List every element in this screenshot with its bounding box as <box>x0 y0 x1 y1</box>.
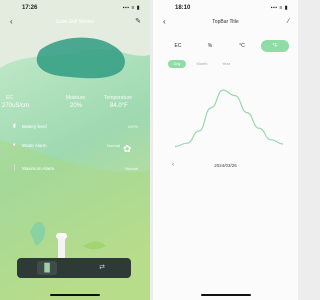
sensor-detail-screen: 17:26 ▪▪▪ ≡ ▮ ‹ Solar Soil Sensor ✎ EC 2… <box>0 0 150 300</box>
home-indicator <box>200 294 251 296</box>
moisture-value: 20% <box>70 103 83 109</box>
battery-row: ▮ Battery level 100% <box>13 123 138 132</box>
ec-label: EC <box>6 95 13 101</box>
battery-label: Battery level <box>22 124 47 129</box>
moisture-label: Moisture <box>66 95 86 101</box>
temperature-label: Temperature <box>104 95 133 101</box>
water-alarm-row[interactable]: ♦ Water Alarm Normal <box>13 142 138 151</box>
chart-tab-icon[interactable]: ▐▌ <box>37 261 57 275</box>
flower-icon: ✿ <box>123 144 132 155</box>
temperature-line-chart <box>174 89 284 148</box>
top-navigation: ‹ Solar Soil Sensor ✎ <box>0 17 150 29</box>
temperature-value: 84.0°F <box>110 103 128 109</box>
page-title: Solar Soil Sensor <box>55 19 95 25</box>
date-selector: ‹ 2024/03/26 <box>153 162 298 170</box>
current-date: 2024/03/26 <box>214 163 237 168</box>
status-time: 17:26 <box>22 5 38 11</box>
edit-icon[interactable]: ✎ <box>135 17 141 27</box>
thermometer-icon: │ <box>13 165 17 171</box>
maximum-alarm-row[interactable]: │ Maximum Alarm Normal <box>13 165 138 174</box>
water-alarm-status: Normal <box>107 143 120 148</box>
series-line <box>174 89 284 148</box>
swap-tab-icon[interactable]: ⇄ <box>95 261 109 275</box>
maximum-alarm-label: Maximum Alarm <box>22 166 55 171</box>
battery-status: 100% <box>127 124 138 129</box>
maximum-alarm-status: Normal <box>125 166 138 171</box>
history-chart-screen: 18:10 ▪▪▪ ≡ ▮ ‹ TopBar Title ∕ EC % °C °… <box>153 0 298 300</box>
water-alarm-label: Water Alarm <box>22 143 47 148</box>
readings-panel: EC 270uS/cm Moisture 20% Temperature 84.… <box>0 95 150 117</box>
signal-icon: ▪▪▪ ≡ ▮ <box>122 5 140 11</box>
water-drop-icon: ♦ <box>13 142 16 148</box>
ec-value: 270uS/cm <box>2 103 30 109</box>
status-bar: 17:26 ▪▪▪ ≡ ▮ <box>0 4 150 14</box>
bottom-navigation: ▐▌ ⇄ <box>17 258 131 278</box>
home-indicator <box>50 294 100 296</box>
battery-icon: ▮ <box>13 123 16 129</box>
